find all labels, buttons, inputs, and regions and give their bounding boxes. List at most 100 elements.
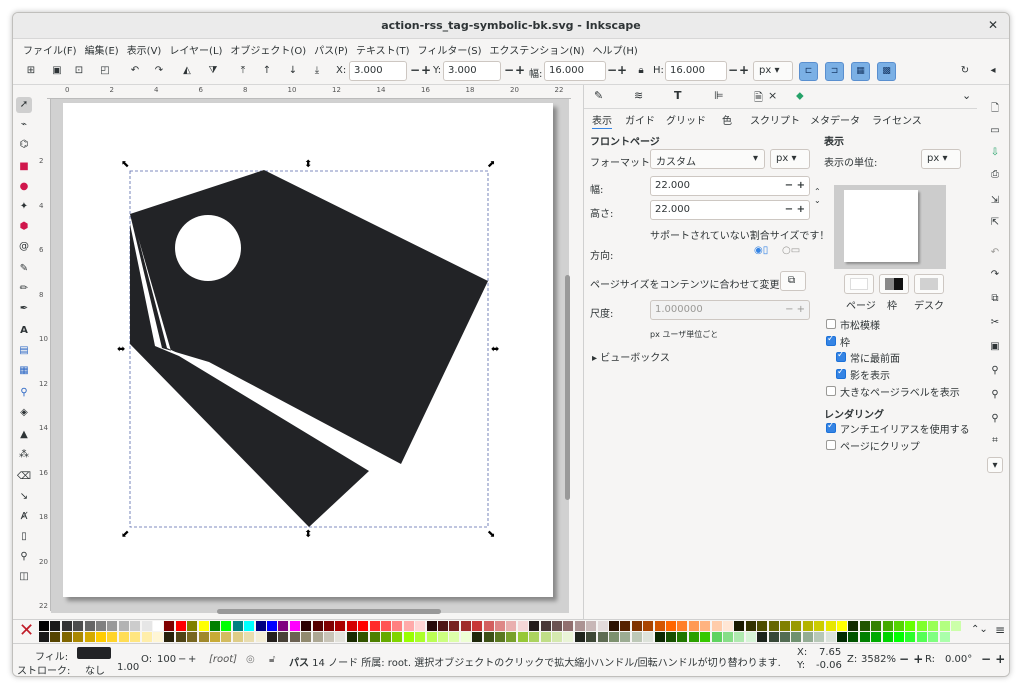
print-icon[interactable]: ⎙	[987, 167, 1003, 183]
palette-swatch[interactable]	[403, 621, 414, 631]
palette-swatch[interactable]	[495, 621, 505, 631]
gradient-tool-icon[interactable]: ▤	[16, 343, 32, 359]
zoom-drawing-icon[interactable]: ⚲	[987, 387, 1003, 403]
palette-swatch[interactable]	[574, 632, 585, 642]
palette-swatch[interactable]	[358, 621, 369, 631]
palette-swatch[interactable]	[768, 621, 779, 631]
paste-icon[interactable]: ▣	[987, 339, 1003, 355]
menu-filter[interactable]: フィルター(S)	[414, 39, 486, 57]
palette-swatch[interactable]	[631, 621, 642, 631]
palette-swatch[interactable]	[916, 621, 927, 631]
palette-swatch[interactable]	[677, 632, 688, 642]
palette-swatch[interactable]	[39, 632, 49, 642]
palette-swatch[interactable]	[768, 632, 779, 642]
stroke-value[interactable]: なし	[85, 662, 105, 676]
palette-swatch[interactable]	[130, 632, 141, 642]
palette-swatch[interactable]	[688, 632, 699, 642]
menu-file[interactable]: ファイル(F)	[19, 39, 81, 57]
x-plus-button[interactable]: +	[421, 63, 431, 77]
zoom-stepper[interactable]: − +	[899, 652, 923, 666]
palette-swatch[interactable]	[734, 621, 745, 631]
palette-swatch[interactable]	[335, 632, 346, 642]
palette-swatch[interactable]	[666, 632, 676, 642]
palette-swatch[interactable]	[700, 621, 711, 631]
spray-tool-icon[interactable]: ⁂	[16, 447, 32, 463]
page-width-input[interactable]: 22.000 − +	[650, 176, 810, 196]
palette-swatch[interactable]	[552, 632, 562, 642]
palette-swatch[interactable]	[255, 632, 266, 642]
document-tab-icon[interactable]: 🗎︎	[754, 89, 763, 108]
palette-swatch[interactable]	[118, 621, 129, 631]
big-labels-checkbox[interactable]	[826, 386, 836, 396]
border-checkbox[interactable]	[826, 334, 836, 346]
palette-swatch[interactable]	[586, 621, 597, 631]
tab-metadata[interactable]: メタデータ	[810, 112, 860, 127]
x-minus-button[interactable]: −	[410, 63, 420, 77]
visibility-icon[interactable]: ◎	[246, 654, 255, 665]
palette-swatch[interactable]	[814, 621, 825, 631]
overflow-chevron-icon[interactable]: ▾	[987, 457, 1003, 473]
stepper-icon[interactable]: − +	[785, 180, 805, 191]
palette-swatch[interactable]	[495, 632, 505, 642]
box3d-tool-icon[interactable]: ⬢	[16, 219, 32, 235]
scale-corners-icon[interactable]: ⊐	[825, 62, 844, 81]
import-icon[interactable]: ⇲	[987, 193, 1003, 209]
calligraphy-tool-icon[interactable]: ✒	[16, 301, 32, 317]
palette-swatch[interactable]	[210, 621, 220, 631]
chevron-down-icon[interactable]: ⌄	[962, 89, 971, 102]
desk-color-button[interactable]	[914, 274, 944, 294]
palette-swatch[interactable]	[449, 621, 460, 631]
select-all-layers-icon[interactable]: ▣	[49, 63, 65, 79]
palette-swatch[interactable]	[84, 621, 95, 631]
scale-stroke-icon[interactable]: ⊏	[799, 62, 818, 81]
palette-swatch[interactable]	[894, 621, 904, 631]
palette-swatch[interactable]	[221, 632, 232, 642]
y-input[interactable]: 3.000	[443, 61, 501, 81]
tab-display[interactable]: 表示	[592, 112, 612, 130]
palette-swatch[interactable]	[73, 621, 84, 631]
layers-tab-icon[interactable]: ≋	[634, 89, 643, 102]
palette-swatch[interactable]	[403, 632, 414, 642]
palette-swatch[interactable]	[700, 632, 711, 642]
display-unit-dropdown[interactable]: px ▾	[921, 149, 961, 169]
palette-swatch[interactable]	[381, 632, 391, 642]
palette-swatch[interactable]	[312, 632, 323, 642]
tag-shape[interactable]	[130, 170, 488, 527]
palette-swatch[interactable]	[472, 632, 483, 642]
move-patterns-icon[interactable]: ▩	[877, 62, 896, 81]
tab-license[interactable]: ライセンス	[872, 112, 922, 127]
raise-icon[interactable]: ↑	[259, 63, 275, 79]
palette-swatch[interactable]	[631, 632, 642, 642]
refresh-icon[interactable]: ↻	[957, 63, 973, 79]
palette-swatch[interactable]	[711, 632, 722, 642]
palette-swatch[interactable]	[84, 632, 95, 642]
close-icon[interactable]: ✕	[985, 17, 1001, 33]
rotation-input[interactable]: 0.00°	[945, 654, 972, 665]
tab-guides[interactable]: ガイド	[625, 112, 655, 127]
palette-swatch[interactable]	[928, 632, 939, 642]
fit-page-button[interactable]: ⧉	[780, 271, 806, 291]
width-minus-button[interactable]: −	[607, 63, 617, 77]
height-input[interactable]: 16.000	[665, 61, 727, 81]
palette-swatch[interactable]	[210, 632, 220, 642]
palette-swatch[interactable]	[540, 621, 551, 631]
palette-swatch[interactable]	[369, 632, 380, 642]
always-front-checkbox[interactable]	[836, 350, 846, 362]
menu-path[interactable]: パス(P)	[310, 39, 352, 57]
palette-swatch[interactable]	[141, 621, 152, 631]
palette-swatch[interactable]	[928, 621, 939, 631]
palette-swatch[interactable]	[837, 632, 847, 642]
height-plus-button[interactable]: +	[739, 63, 749, 77]
fill-stroke-tab-icon[interactable]: ✎	[594, 89, 603, 102]
palette-swatch[interactable]	[267, 632, 277, 642]
lower-to-bottom-icon[interactable]: ⤓	[309, 63, 325, 79]
xml-tab-icon[interactable]: ⬥	[796, 89, 804, 103]
palette-swatch[interactable]	[506, 632, 517, 642]
palette-swatch[interactable]	[232, 632, 243, 642]
paint-bucket-icon[interactable]: ◈	[16, 405, 32, 421]
antialias-checkbox[interactable]	[826, 421, 836, 433]
x-input[interactable]: 3.000	[349, 61, 407, 81]
pencil-tool-icon[interactable]: ✏	[16, 281, 32, 297]
landscape-radio-icon[interactable]: ○▭	[782, 245, 800, 256]
palette-swatch[interactable]	[905, 621, 916, 631]
